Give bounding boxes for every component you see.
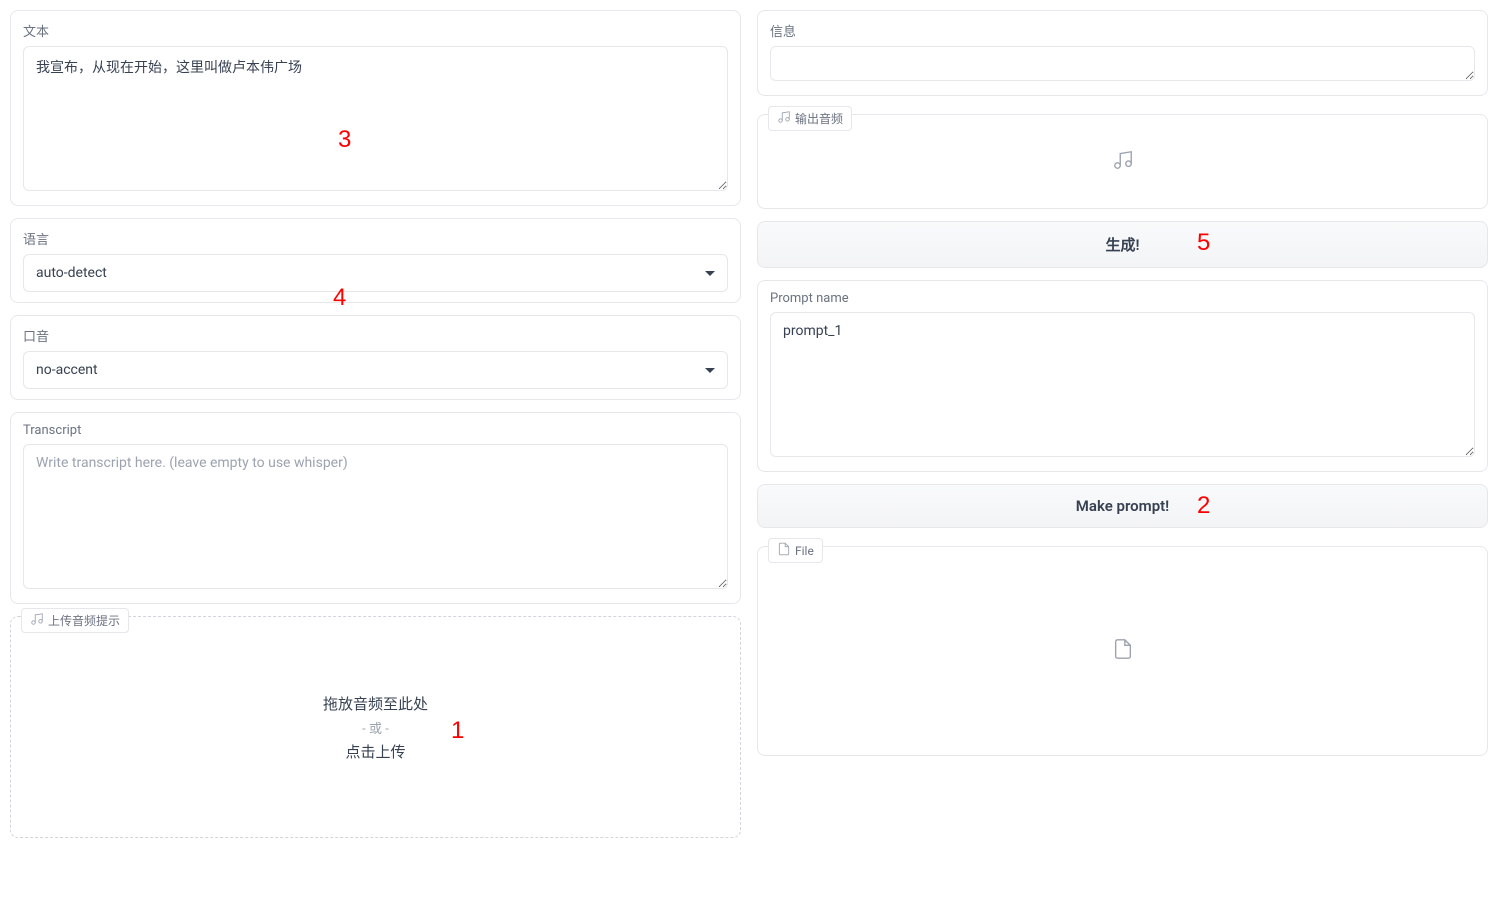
accent-label: 口音 bbox=[23, 326, 728, 345]
file-panel: File bbox=[757, 546, 1488, 756]
file-tab: File bbox=[768, 538, 823, 563]
upload-audio-panel[interactable]: 上传音频提示 拖放音频至此处 - 或 - 点击上传 1 bbox=[10, 616, 741, 838]
text-input[interactable] bbox=[23, 46, 728, 191]
info-input[interactable] bbox=[770, 46, 1475, 81]
file-icon bbox=[1112, 638, 1134, 664]
main-container: 文本 3 语言 auto-detect 4 口音 no-accent bbox=[10, 10, 1488, 838]
output-audio-tab: 输出音频 bbox=[768, 106, 852, 131]
prompt-name-label: Prompt name bbox=[770, 291, 1475, 306]
output-audio-panel: 输出音频 bbox=[757, 114, 1488, 209]
generate-button-wrapper: 生成! 5 bbox=[757, 221, 1488, 268]
file-label: File bbox=[795, 544, 814, 558]
accent-select[interactable]: no-accent bbox=[23, 351, 728, 389]
music-icon bbox=[1112, 149, 1134, 175]
upload-tab-label: 上传音频提示 bbox=[48, 612, 120, 629]
music-icon bbox=[777, 110, 791, 127]
generate-button[interactable]: 生成! bbox=[757, 221, 1488, 268]
output-audio-label: 输出音频 bbox=[795, 110, 843, 127]
prompt-name-panel: Prompt name bbox=[757, 280, 1488, 472]
dropzone-or: - 或 - bbox=[362, 718, 389, 737]
dropzone[interactable]: 拖放音频至此处 - 或 - 点击上传 bbox=[21, 627, 730, 827]
language-label: 语言 bbox=[23, 229, 728, 248]
accent-value: no-accent bbox=[36, 362, 98, 378]
chevron-down-icon bbox=[705, 368, 715, 373]
transcript-input[interactable] bbox=[23, 444, 728, 589]
chevron-down-icon bbox=[705, 271, 715, 276]
transcript-label: Transcript bbox=[23, 423, 728, 438]
prompt-name-input[interactable] bbox=[770, 312, 1475, 457]
language-select[interactable]: auto-detect bbox=[23, 254, 728, 292]
left-column: 文本 3 语言 auto-detect 4 口音 no-accent bbox=[10, 10, 741, 838]
dropzone-line2: 点击上传 bbox=[345, 741, 405, 762]
make-prompt-wrapper: Make prompt! 2 bbox=[757, 484, 1488, 528]
info-panel: 信息 bbox=[757, 10, 1488, 96]
upload-audio-tab: 上传音频提示 bbox=[21, 608, 129, 633]
language-panel: 语言 auto-detect 4 bbox=[10, 218, 741, 303]
make-prompt-button[interactable]: Make prompt! bbox=[757, 484, 1488, 528]
transcript-panel: Transcript bbox=[10, 412, 741, 604]
right-column: 信息 输出音频 生成! 5 Prompt name bbox=[757, 10, 1488, 838]
text-panel: 文本 3 bbox=[10, 10, 741, 206]
info-label: 信息 bbox=[770, 21, 1475, 40]
music-icon bbox=[30, 612, 44, 629]
accent-panel: 口音 no-accent bbox=[10, 315, 741, 400]
text-label: 文本 bbox=[23, 21, 728, 40]
language-value: auto-detect bbox=[36, 265, 107, 281]
dropzone-line1: 拖放音频至此处 bbox=[323, 693, 428, 714]
file-icon bbox=[777, 542, 791, 559]
